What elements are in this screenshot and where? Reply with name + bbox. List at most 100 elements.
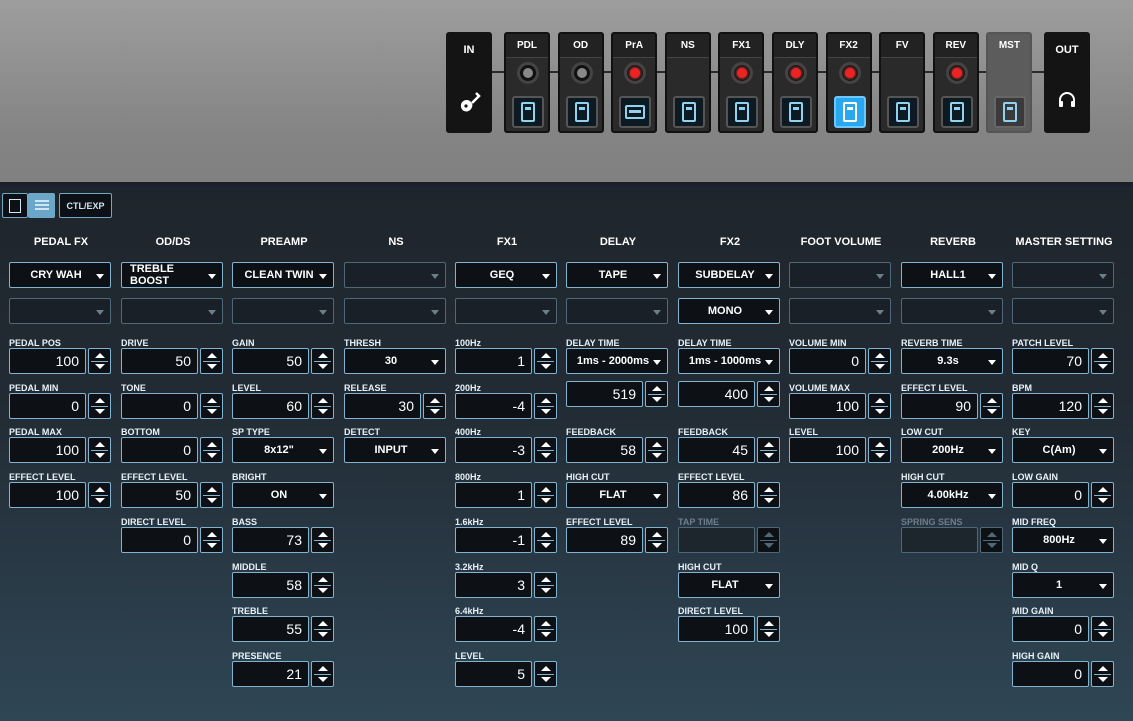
param-stepper[interactable] — [423, 392, 446, 419]
param-select[interactable]: 200Hz — [901, 437, 1003, 464]
type-select[interactable]: CLEAN TWIN — [232, 262, 334, 288]
param-value-field[interactable]: 5 — [455, 660, 532, 687]
type-select[interactable] — [1012, 262, 1114, 288]
chain-block-rev[interactable]: REV — [932, 32, 979, 133]
param-select[interactable]: 30 — [344, 348, 446, 374]
param-value-field[interactable]: 58 — [566, 437, 643, 464]
type-select[interactable] — [344, 262, 446, 288]
param-stepper[interactable] — [200, 526, 223, 553]
pedal-icon[interactable] — [994, 96, 1027, 128]
param-stepper[interactable] — [757, 616, 780, 643]
chain-block-fx1[interactable]: FX1 — [718, 32, 765, 133]
chain-block-fx2[interactable]: FX2 — [825, 32, 872, 133]
param-select[interactable]: 4.00kHz — [901, 482, 1003, 509]
param-value-field[interactable]: 100 — [678, 616, 755, 643]
param-value-field[interactable]: -4 — [455, 392, 532, 419]
param-select[interactable]: 1 — [1012, 571, 1114, 598]
type-select[interactable]: CRY WAH — [9, 262, 111, 288]
param-stepper[interactable] — [311, 526, 334, 553]
param-stepper[interactable] — [1091, 348, 1114, 374]
param-value-field[interactable]: 0 — [121, 526, 198, 553]
param-value-field[interactable]: 120 — [1012, 392, 1089, 419]
pedal-icon[interactable] — [887, 96, 920, 128]
param-value-field[interactable]: -4 — [455, 616, 532, 643]
amp-icon[interactable] — [619, 96, 652, 128]
param-stepper[interactable] — [311, 348, 334, 374]
param-stepper[interactable] — [534, 437, 557, 464]
param-stepper[interactable] — [88, 348, 111, 374]
type-select[interactable]: TAPE — [566, 262, 668, 288]
type-select[interactable] — [789, 262, 891, 288]
pedal-icon[interactable] — [780, 96, 812, 128]
param-stepper[interactable] — [645, 526, 668, 553]
param-select[interactable]: FLAT — [678, 571, 780, 598]
param-stepper[interactable] — [88, 482, 111, 509]
param-value-field[interactable]: 58 — [232, 571, 309, 598]
sub-select[interactable] — [901, 298, 1003, 324]
param-value-field[interactable]: 90 — [901, 392, 978, 419]
param-stepper[interactable] — [200, 482, 223, 509]
param-stepper[interactable] — [88, 392, 111, 419]
sub-select[interactable] — [455, 298, 557, 324]
sub-select[interactable] — [789, 298, 891, 324]
param-stepper[interactable] — [868, 437, 891, 464]
param-select[interactable]: FLAT — [566, 482, 668, 509]
output-block[interactable]: OUT — [1044, 32, 1090, 133]
param-stepper[interactable] — [1091, 482, 1114, 509]
type-select[interactable]: SUBDELAY — [678, 262, 780, 288]
chain-block-od[interactable]: OD — [557, 32, 604, 133]
param-value-field[interactable]: 100 — [789, 437, 866, 464]
param-stepper[interactable] — [534, 392, 557, 419]
param-value-field[interactable]: 400 — [678, 380, 755, 407]
param-value-field[interactable]: 30 — [344, 392, 421, 419]
param-value-field[interactable]: 0 — [121, 437, 198, 464]
param-stepper[interactable] — [868, 392, 891, 419]
param-value-field[interactable]: 73 — [232, 526, 309, 553]
param-value-field[interactable]: 89 — [566, 526, 643, 553]
list-view-button[interactable] — [28, 193, 55, 218]
sub-select[interactable] — [344, 298, 446, 324]
param-stepper[interactable] — [311, 571, 334, 598]
param-stepper[interactable] — [757, 437, 780, 464]
param-stepper[interactable] — [1091, 392, 1114, 419]
param-value-field[interactable]: 60 — [232, 392, 309, 419]
param-value-field[interactable]: 1 — [455, 482, 532, 509]
pedal-icon[interactable] — [833, 96, 866, 128]
param-stepper[interactable] — [200, 392, 223, 419]
param-stepper[interactable] — [1091, 616, 1114, 643]
param-stepper[interactable] — [534, 571, 557, 598]
chain-block-mst[interactable]: MST — [986, 32, 1033, 133]
pedal-icon[interactable] — [512, 96, 544, 128]
param-select[interactable]: 1ms - 2000ms — [566, 348, 668, 374]
param-stepper[interactable] — [311, 392, 334, 419]
chain-block-pdl[interactable]: PDL — [504, 32, 550, 133]
param-value-field[interactable]: 0 — [789, 348, 866, 374]
pedal-icon[interactable] — [940, 96, 973, 128]
sub-select[interactable] — [9, 298, 111, 324]
type-select[interactable]: HALL1 — [901, 262, 1003, 288]
param-stepper[interactable] — [534, 616, 557, 643]
chain-block-pra[interactable]: PrA — [611, 32, 658, 133]
param-stepper[interactable] — [311, 616, 334, 643]
param-value-field[interactable]: -3 — [455, 437, 532, 464]
param-stepper[interactable] — [1091, 660, 1114, 687]
param-stepper[interactable] — [645, 437, 668, 464]
type-select[interactable]: TREBLE BOOST — [121, 262, 223, 288]
param-value-field[interactable]: 50 — [121, 348, 198, 374]
param-stepper[interactable] — [868, 348, 891, 374]
sub-select[interactable] — [121, 298, 223, 324]
chain-block-ns[interactable]: NS — [664, 32, 711, 133]
param-select[interactable]: 800Hz — [1012, 526, 1114, 553]
param-value-field[interactable]: 21 — [232, 660, 309, 687]
param-value-field[interactable]: 519 — [566, 380, 643, 407]
param-value-field[interactable]: 100 — [789, 392, 866, 419]
param-stepper[interactable] — [534, 526, 557, 553]
param-stepper[interactable] — [200, 348, 223, 374]
sub-select[interactable] — [566, 298, 668, 324]
param-value-field[interactable]: 70 — [1012, 348, 1089, 374]
param-stepper[interactable] — [980, 392, 1003, 419]
param-value-field[interactable]: 45 — [678, 437, 755, 464]
param-stepper[interactable] — [200, 437, 223, 464]
param-value-field[interactable]: 100 — [9, 482, 86, 509]
param-stepper[interactable] — [311, 660, 334, 687]
